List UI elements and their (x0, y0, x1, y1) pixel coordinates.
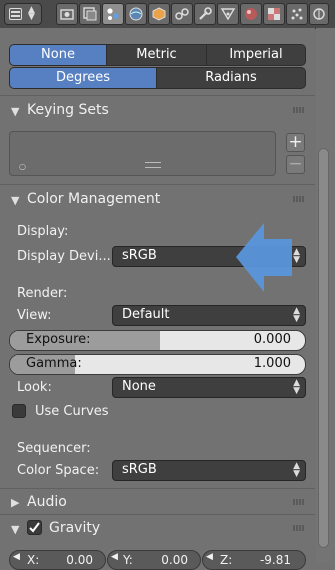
collapsed-triangle-icon: ▶ (11, 496, 20, 509)
drag-grip-icon[interactable] (293, 525, 305, 531)
expanded-triangle-icon: ▼ (11, 105, 20, 118)
view-dropdown[interactable]: Default ▲ ▼ (112, 305, 306, 326)
keying-sets-list[interactable]: ○ (9, 131, 276, 176)
view-label: View: (17, 308, 52, 323)
gamma-slider[interactable]: Gamma: 1.000 (9, 354, 306, 375)
scrollbar-thumb[interactable] (318, 148, 329, 548)
look-dropdown[interactable]: None ▲ ▼ (112, 377, 306, 398)
unit-system-imperial-button[interactable]: Imperial (206, 44, 306, 66)
divider (0, 184, 315, 185)
exposure-value: 0.000 (253, 332, 291, 347)
physics-tab-icon[interactable] (309, 3, 329, 25)
object-tab-icon[interactable] (148, 3, 170, 25)
chevron-updown-icon: ▲ ▼ (293, 306, 300, 324)
rotation-degrees-button[interactable]: Degrees (9, 67, 157, 89)
color-space-value: sRGB (122, 462, 157, 477)
particles-tab-icon[interactable] (286, 3, 308, 25)
expanded-triangle-icon: ▼ (11, 523, 20, 536)
render-layers-tab-icon[interactable] (79, 3, 101, 25)
gravity-header[interactable]: ▼ Gravity (0, 515, 315, 543)
display-device-value: sRGB (122, 248, 157, 263)
decrement-arrow-icon[interactable]: ◀ (111, 552, 118, 562)
gravity-x-value: 0.00 (66, 553, 93, 567)
remove-keying-set-button[interactable]: − (286, 155, 305, 174)
color-space-label: Color Space: (17, 463, 100, 478)
gravity-z-value: -9.81 (259, 553, 291, 567)
gravity-x-label: X: (27, 553, 40, 567)
color-space-dropdown[interactable]: sRGB ▲ ▼ (112, 460, 306, 481)
color-management-title: Color Management (27, 191, 161, 207)
modifiers-tab-icon[interactable] (194, 3, 216, 25)
gravity-checkbox[interactable] (27, 520, 42, 535)
gravity-y-value: 0.00 (161, 553, 188, 567)
expanded-triangle-icon: ▼ (11, 194, 20, 207)
use-curves-label: Use Curves (35, 404, 109, 419)
render-section-label: Render: (17, 286, 68, 301)
gravity-z-field[interactable]: ◀ Z: -9.81 (202, 550, 306, 570)
list-resize-dot-icon: ○ (19, 162, 26, 171)
keying-sets-header[interactable]: ▼ Keying Sets (0, 97, 315, 125)
unit-system-metric-button[interactable]: Metric (106, 44, 207, 66)
data-tab-icon[interactable] (217, 3, 239, 25)
properties-tab-bar: ▲ ▼ (0, 0, 335, 29)
add-keying-set-button[interactable]: + (286, 133, 305, 152)
chevron-updown-icon: ▲ ▼ (293, 461, 300, 479)
audio-header[interactable]: ▶ Audio (0, 489, 315, 517)
decrement-arrow-icon[interactable]: ◀ (206, 552, 213, 562)
audio-title: Audio (27, 494, 67, 510)
gravity-title: Gravity (49, 520, 101, 536)
gamma-value: 1.000 (253, 356, 291, 371)
chevron-updown-icon: ▲ ▼ (28, 5, 35, 22)
editor-type-button[interactable]: ▲ ▼ (4, 3, 42, 25)
list-resize-handle-icon[interactable] (145, 162, 161, 168)
rotation-radians-button[interactable]: Radians (156, 67, 306, 89)
properties-editor-icon (9, 8, 22, 20)
look-label: Look: (17, 380, 52, 395)
exposure-label: Exposure: (26, 332, 91, 347)
unit-system-none-button[interactable]: None (9, 44, 107, 66)
material-tab-icon[interactable] (240, 3, 262, 25)
gravity-y-field[interactable]: ◀ Y: 0.00 (107, 550, 201, 570)
checkmark-icon (29, 522, 40, 533)
color-management-header[interactable]: ▼ Color Management (0, 186, 315, 214)
display-device-label: Display Devi... (17, 249, 111, 264)
divider (0, 95, 315, 96)
drag-grip-icon[interactable] (293, 196, 305, 202)
render-tab-icon[interactable] (56, 3, 78, 25)
gravity-y-label: Y: (123, 553, 133, 567)
texture-tab-icon[interactable] (263, 3, 285, 25)
gravity-z-label: Z: (220, 553, 233, 567)
drag-grip-icon[interactable] (293, 107, 305, 113)
keying-sets-title: Keying Sets (27, 102, 109, 118)
drag-grip-icon[interactable] (293, 499, 305, 505)
chevron-updown-icon: ▲ ▼ (293, 378, 300, 396)
sequencer-section-label: Sequencer: (17, 441, 91, 456)
constraints-tab-icon[interactable] (171, 3, 193, 25)
world-tab-icon[interactable] (125, 3, 147, 25)
chevron-updown-icon: ▲ ▼ (293, 247, 300, 265)
gravity-x-field[interactable]: ◀ X: 0.00 (9, 550, 106, 570)
look-value: None (122, 379, 156, 394)
use-curves-checkbox[interactable] (12, 404, 26, 418)
view-value: Default (122, 307, 170, 322)
display-section-label: Display: (17, 224, 69, 239)
exposure-slider[interactable]: Exposure: 0.000 (9, 330, 306, 351)
highlight-arrow-icon (236, 223, 292, 292)
gamma-label: Gamma: (26, 356, 82, 371)
scene-tab-icon[interactable] (102, 3, 124, 25)
decrement-arrow-icon[interactable]: ◀ (13, 552, 20, 562)
